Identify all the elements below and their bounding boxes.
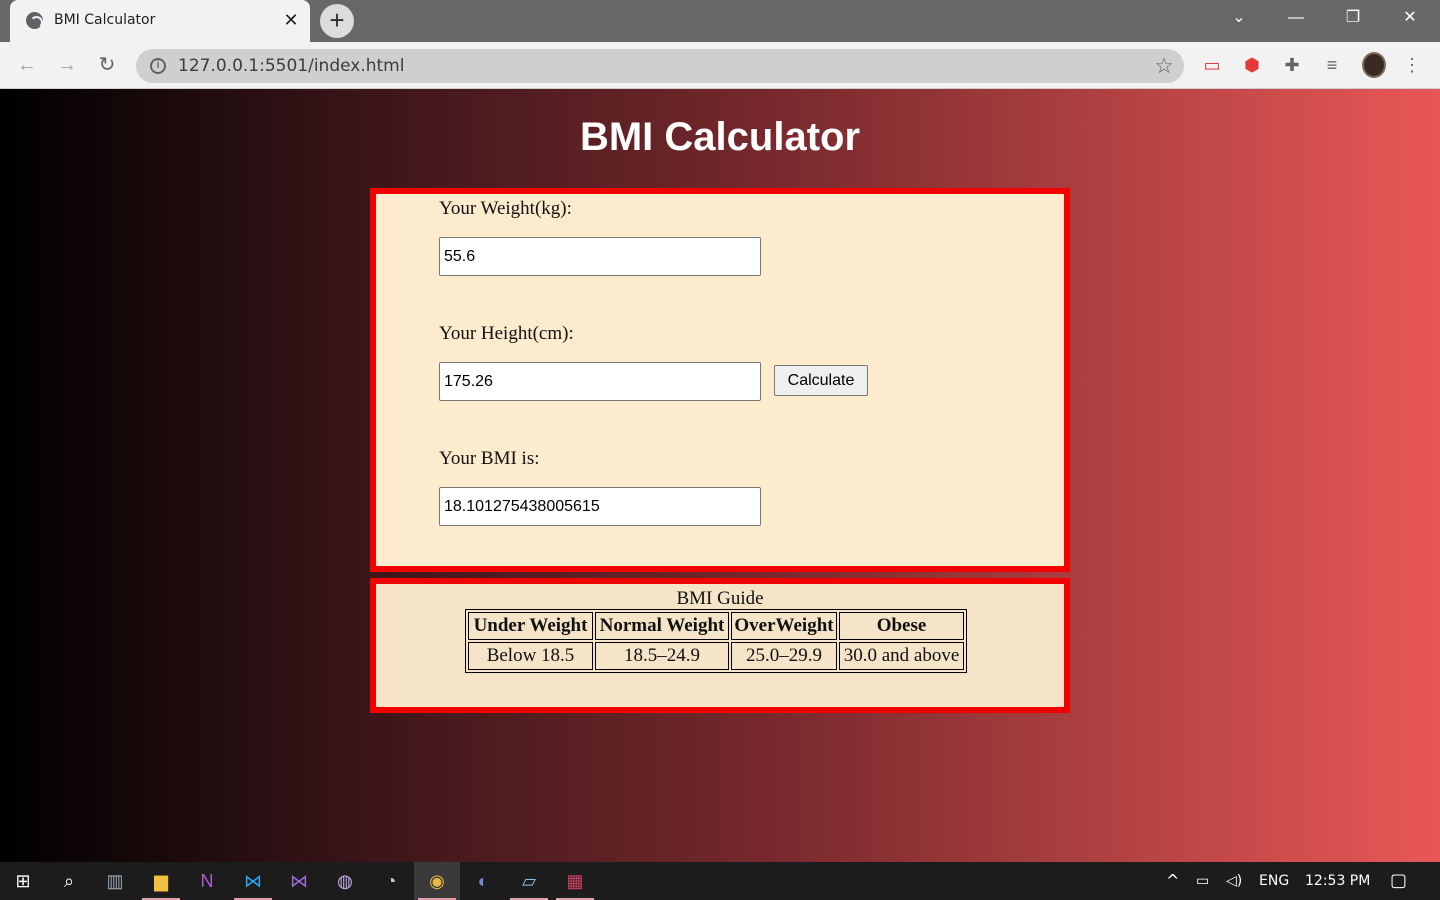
notification-center-icon[interactable]: ▢: [1390, 870, 1407, 891]
cast-extension-icon[interactable]: ▭: [1200, 53, 1224, 77]
chrome-icon[interactable]: ◉: [414, 862, 460, 900]
eclipse-icon[interactable]: ◍: [322, 862, 368, 900]
windows-start-icon[interactable]: ⊞: [0, 862, 46, 900]
calculate-button[interactable]: Calculate: [774, 365, 868, 396]
new-tab-button[interactable]: +: [320, 4, 354, 38]
adblock-extension-icon[interactable]: ⬢: [1240, 53, 1264, 77]
browser-tab[interactable]: BMI Calculator ✕: [10, 0, 310, 42]
winrar-icon[interactable]: ▦: [552, 862, 598, 900]
table-cell: 18.5–24.9: [595, 642, 729, 670]
search-icon[interactable]: ⌕: [46, 862, 92, 900]
page-viewport: BMI Calculator Your Weight(kg): Your Hei…: [0, 89, 1440, 862]
guide-table: Under Weight Normal Weight OverWeight Ob…: [465, 609, 967, 673]
taskbar: ⊞ ⌕ ▥ ▆ N ⋈ ⋈ ◍ ◔ ◉ ◐ ▱ ▦ ^ ▭ ◁) ENG 12:…: [0, 862, 1440, 900]
table-header: OverWeight: [731, 612, 837, 640]
media-controls-icon[interactable]: ≡: [1320, 53, 1344, 77]
bmi-form: Your Weight(kg): Your Height(cm): Calcul…: [370, 188, 1070, 572]
browser-toolbar: ← → ↻ i 127.0.0.1:5501/index.html ☆ ▭ ⬢ …: [0, 42, 1440, 89]
recycle-bin-icon[interactable]: ▥: [92, 862, 138, 900]
profile-avatar[interactable]: [1362, 52, 1386, 78]
page-title: BMI Calculator: [579, 115, 861, 159]
table-header: Under Weight: [468, 612, 593, 640]
minimize-icon[interactable]: —: [1268, 0, 1324, 36]
forward-icon[interactable]: →: [52, 50, 82, 80]
vscode-icon[interactable]: ⋈: [230, 862, 276, 900]
table-header: Obese: [839, 612, 964, 640]
globe-icon: [26, 12, 43, 29]
restore-icon[interactable]: ❐: [1325, 0, 1381, 36]
table-row: Below 18.5 18.5–24.9 25.0–29.9 30.0 and …: [468, 642, 964, 670]
tab-strip: BMI Calculator ✕ + ⌄ — ❐ ✕: [0, 0, 1440, 42]
network-icon[interactable]: ▭: [1196, 873, 1209, 889]
table-header: Normal Weight: [595, 612, 729, 640]
close-window-icon[interactable]: ✕: [1382, 0, 1438, 36]
site-info-icon[interactable]: i: [150, 58, 166, 74]
menu-kebab-icon[interactable]: ⋮: [1400, 53, 1424, 77]
height-label: Your Height(cm):: [439, 323, 574, 344]
url-text: 127.0.0.1:5501/index.html: [178, 56, 405, 76]
tab-search-icon[interactable]: ⌄: [1211, 0, 1267, 36]
bmi-guide: BMI Guide Under Weight Normal Weight Ove…: [370, 578, 1070, 713]
reload-icon[interactable]: ↻: [92, 50, 122, 80]
guide-caption: BMI Guide: [676, 588, 764, 609]
address-bar[interactable]: i 127.0.0.1:5501/index.html ☆: [136, 49, 1184, 83]
weight-input[interactable]: [439, 237, 761, 276]
bmi-result-field[interactable]: [439, 487, 761, 526]
obs-icon[interactable]: ◔: [368, 862, 414, 900]
clock[interactable]: 12:53 PM: [1305, 873, 1370, 889]
weight-label: Your Weight(kg):: [439, 198, 572, 219]
table-header-row: Under Weight Normal Weight OverWeight Ob…: [468, 612, 964, 640]
tab-title: BMI Calculator: [54, 12, 156, 28]
visual-studio-icon[interactable]: ⋈: [276, 862, 322, 900]
discord-icon[interactable]: ◐: [460, 862, 506, 900]
table-cell: 25.0–29.9: [731, 642, 837, 670]
extensions-puzzle-icon[interactable]: ✚: [1280, 53, 1304, 77]
onenote-icon[interactable]: N: [184, 862, 230, 900]
tab-close-icon[interactable]: ✕: [280, 9, 302, 31]
height-input[interactable]: [439, 362, 761, 401]
back-icon[interactable]: ←: [12, 50, 42, 80]
tray-chevron-icon[interactable]: ^: [1166, 871, 1179, 890]
bookmark-star-icon[interactable]: ☆: [1154, 53, 1174, 79]
volume-icon[interactable]: ◁): [1226, 873, 1242, 889]
file-explorer-icon[interactable]: ▆: [138, 862, 184, 900]
bmi-result-label: Your BMI is:: [439, 448, 540, 469]
table-cell: 30.0 and above: [839, 642, 964, 670]
table-cell: Below 18.5: [468, 642, 593, 670]
notes-app-icon[interactable]: ▱: [506, 862, 552, 900]
language-indicator[interactable]: ENG: [1259, 873, 1289, 889]
